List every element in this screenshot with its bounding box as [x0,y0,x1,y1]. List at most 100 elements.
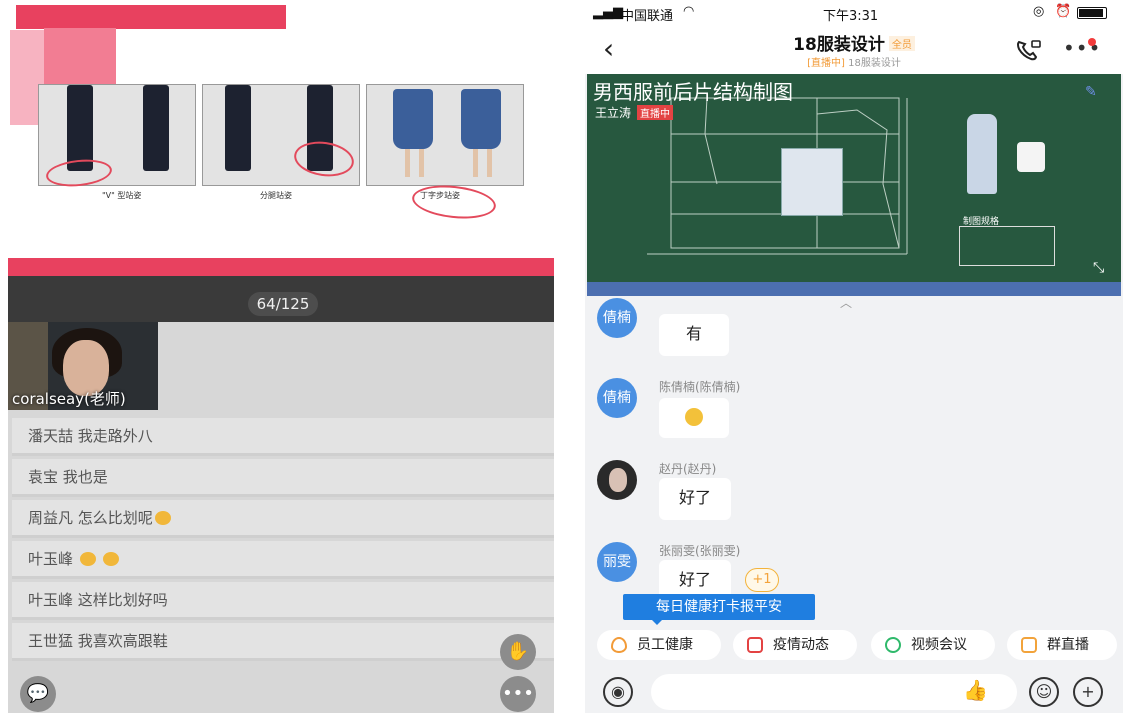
comment-user: 袁宝 [28,468,59,486]
comment-user: 周益凡 [28,509,74,527]
teacher-name: 王立涛 [595,106,632,120]
comment-row: 潘天喆 我走路外八 [12,418,554,456]
notification-dot [1088,38,1096,46]
board-title: 男西服前后片结构制图 [593,80,793,104]
comment-text: 怎么比划呢 [77,509,153,527]
jacket-figure [1017,142,1045,172]
phone-call-icon[interactable] [1015,38,1043,62]
heart-icon [611,637,627,653]
sender-name: 张丽雯(张丽雯) [659,544,741,558]
spec-table [959,226,1055,266]
laughing-emoji-icon [79,552,96,566]
comment-text: 我走路外八 [77,427,153,445]
thumbs-up-icon[interactable]: 👍 [963,678,988,702]
hand-icon: ✋ [506,641,530,662]
quick-action-label: 群直播 [1047,637,1089,653]
add-attachment-button[interactable]: + [1073,677,1103,707]
video-board: 男西服前后片结构制图 王立涛 直播中 制图规格 ✎ ⤡ [587,74,1121,282]
quick-action-label: 员工健康 [637,637,693,653]
battery-icon [1077,7,1107,19]
calculator-window [781,148,843,216]
teacher-name: coralseay(老师) [12,390,126,408]
quick-action-label: 疫情动态 [773,637,829,653]
live-status-tag: [直播中] [807,58,845,69]
course-slide: "V" 型站姿 分腿站姿 丁字步站姿 [8,0,554,260]
laughing-emoji-icon [102,552,119,566]
comment-text: 我也是 [62,468,108,486]
slide-caption: 丁字步站姿 [420,191,460,200]
comment-user: 潘天喆 [28,427,74,445]
all-members-badge: 全员 [888,36,915,51]
emoji-button[interactable]: ☺ [1029,677,1059,707]
comment-text: 这样比划好吗 [77,591,168,609]
status-time: 下午3:31 [823,9,879,24]
status-bar: ▂▄▆ 中国联通 ◠ 下午3:31 ◎ ⏰ [585,0,1123,26]
quick-action-label: 视频会议 [911,637,967,653]
comment-row: 王世猛 我喜欢高跟鞋 [12,623,554,661]
message-bubble[interactable] [659,398,729,438]
carrier: 中国联通 [621,9,674,24]
annotation-circle [410,181,498,223]
rotation-lock-icon: ◎ [1033,4,1045,19]
sender-name: 陈倩楠(陈倩楠) [659,380,741,394]
right-panel: ▂▄▆ 中国联通 ◠ 下午3:31 ◎ ⏰ ‹ 18服装设计 全员 [直播中] 1… [585,0,1123,713]
ok-hand-emoji-icon [685,408,703,426]
health-checkin-tooltip[interactable]: 每日健康打卡报平安 [623,594,815,620]
page-indicator: 64/125 [248,292,318,316]
message-bubble[interactable]: 好了 [659,478,731,520]
microphone-icon: ◉ [611,682,625,701]
wifi-icon: ◠ [683,4,695,19]
comment-row: 袁宝 我也是 [12,459,554,497]
logo-icon: ✎ [1085,84,1097,100]
sender-name: 赵丹(赵丹) [659,462,717,476]
avatar[interactable] [597,460,637,500]
fullscreen-icon[interactable]: ⤡ [1093,260,1104,276]
comment-text: 我喜欢高跟鞋 [77,632,168,650]
tooltip-arrow [651,619,663,625]
comment-button[interactable]: 💬 [20,676,56,712]
quick-action-video-meeting[interactable]: 视频会议 [871,630,995,660]
signal-icon: ▂▄▆ [593,5,623,20]
slide-header-bar [16,5,286,29]
slide-caption: 分腿站姿 [260,191,292,200]
smiley-icon: ☺ [1035,682,1053,701]
laughing-emoji-icon [154,511,171,525]
avatar[interactable]: 倩楠 [597,298,637,338]
avatar[interactable]: 丽雯 [597,542,637,582]
raise-hand-button[interactable]: ✋ [500,634,536,670]
slide-caption: "V" 型站姿 [102,191,142,200]
plus-icon: + [1081,682,1095,701]
voice-button[interactable]: ◉ [603,677,633,707]
tv-icon [1021,637,1037,653]
chat-header: ‹ 18服装设计 全员 [直播中] 18服装设计 ••• [585,26,1123,74]
group-name: 18服装设计 [793,35,885,55]
slide-footer-bar [8,258,554,276]
comment-row: 周益凡 怎么比划呢 [12,500,554,538]
video-taskbar [587,282,1121,296]
live-video[interactable]: 男西服前后片结构制图 王立涛 直播中 制图规格 ✎ ⤡ [587,74,1121,296]
suit-figure [967,114,997,194]
slide-photo-t-stance [366,84,524,186]
quick-action-group-live[interactable]: 群直播 [1007,630,1117,660]
video-call-icon [885,637,901,653]
medical-kit-icon [747,637,763,653]
message-bubble[interactable]: 有 [659,314,729,356]
avatar[interactable]: 倩楠 [597,378,637,418]
more-dots-icon: ••• [502,683,534,704]
quick-action-employee-health[interactable]: 员工健康 [597,630,721,660]
comment-user: 叶玉峰 [28,550,74,568]
alarm-icon: ⏰ [1055,4,1072,19]
live-group-name: 18服装设计 [848,58,901,69]
live-teacher: 王立涛 直播中 [595,104,674,121]
comment-user: 王世猛 [28,632,74,650]
left-panel: "V" 型站姿 分腿站姿 丁字步站姿 64/125 coralseay(老师) … [8,0,554,713]
comment-user: 叶玉峰 [28,591,74,609]
plus-one-button[interactable]: +1 [745,568,779,592]
collapse-video-icon[interactable]: ︿ [840,294,852,311]
comment-row: 叶玉峰 [12,541,554,579]
comment-row: 叶玉峰 这样比划好吗 [12,582,554,620]
more-button[interactable]: ••• [500,676,536,712]
quick-action-epidemic-news[interactable]: 疫情动态 [733,630,857,660]
live-badge: 直播中 [637,105,674,120]
slide-decoration [44,28,116,88]
